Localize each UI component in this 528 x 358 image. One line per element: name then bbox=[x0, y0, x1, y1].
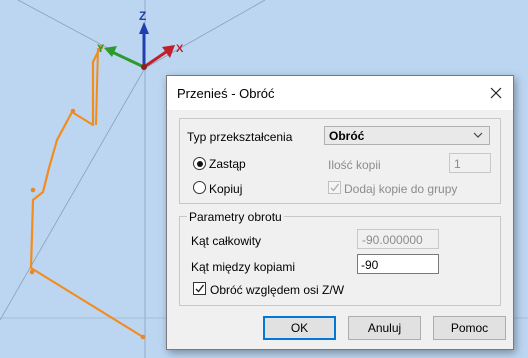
pipe-route[interactable] bbox=[29, 47, 144, 338]
rotate-about-checkbox[interactable] bbox=[193, 282, 206, 295]
axis-gizmo[interactable] bbox=[104, 22, 175, 70]
ok-button[interactable]: OK bbox=[263, 316, 336, 340]
transform-type-select[interactable]: Obróć bbox=[324, 126, 490, 145]
dialog-titlebar[interactable]: Przenieś - Obróć bbox=[167, 76, 513, 110]
add-copies-checkbox bbox=[328, 181, 341, 194]
total-angle-label: Kąt całkowity bbox=[191, 234, 262, 248]
cancel-button[interactable]: Anuluj bbox=[348, 316, 421, 340]
move-rotate-dialog: Przenieś - Obróć Typ przekształcenia Obr… bbox=[166, 75, 514, 350]
replace-radio[interactable] bbox=[193, 157, 206, 170]
copy-radio[interactable] bbox=[193, 181, 206, 194]
transform-type-value: Obróć bbox=[329, 129, 365, 143]
angle-between-input[interactable]: -90 bbox=[357, 254, 439, 274]
add-copies-label: Dodaj kopie do grupy bbox=[344, 182, 458, 196]
angle-between-label: Kąt między kopiami bbox=[191, 260, 296, 274]
copy-label[interactable]: Kopiuj bbox=[209, 182, 242, 196]
pipe-nodes bbox=[29, 44, 146, 340]
rotation-group-label: Parametry obrotu bbox=[187, 210, 284, 224]
copies-count-field: 1 bbox=[449, 153, 491, 173]
chevron-down-icon bbox=[473, 132, 483, 138]
total-angle-field: -90.000000 bbox=[357, 229, 439, 249]
rotate-about-label[interactable]: Obróć względem osi Z/W bbox=[210, 283, 344, 297]
axis-x-label: X bbox=[176, 43, 184, 55]
close-icon[interactable] bbox=[485, 82, 507, 104]
dialog-title: Przenieś - Obróć bbox=[177, 86, 275, 101]
replace-label[interactable]: Zastąp bbox=[209, 157, 246, 171]
help-button[interactable]: Pomoc bbox=[433, 316, 506, 340]
axis-y-label: Y bbox=[97, 43, 105, 55]
transform-type-label: Typ przekształcenia bbox=[187, 130, 293, 144]
pipe-branch[interactable] bbox=[95, 47, 99, 126]
axis-z-label: Z bbox=[139, 9, 146, 23]
copies-count-label: Ilość kopii bbox=[328, 158, 381, 172]
